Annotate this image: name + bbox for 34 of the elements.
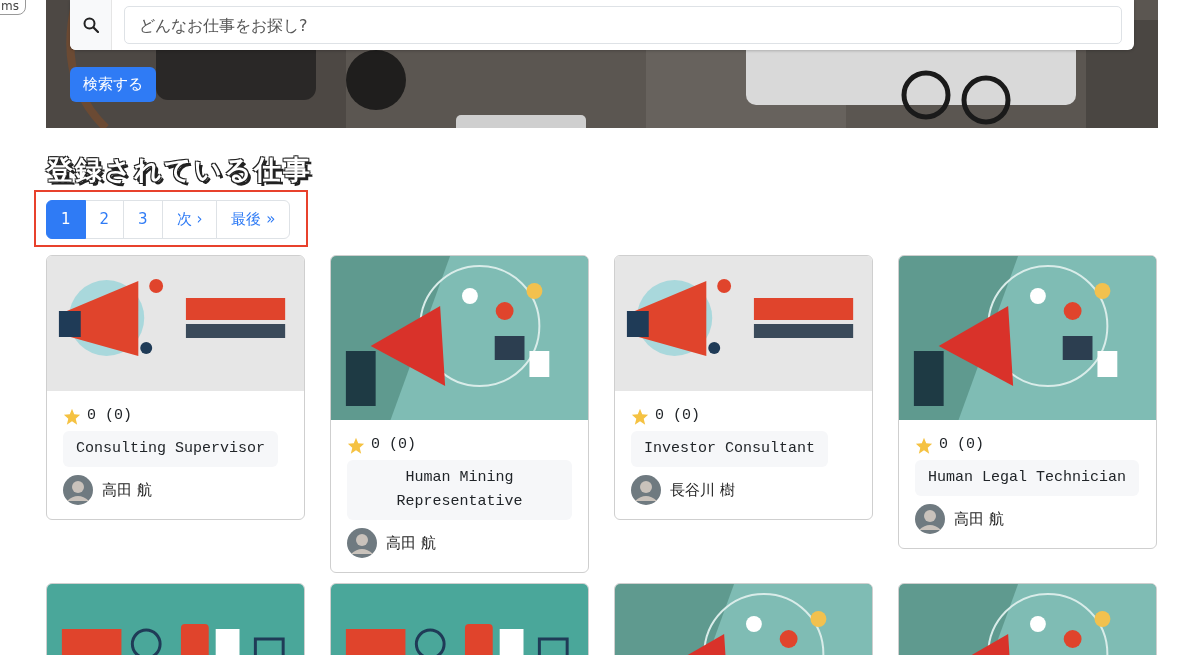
star-icon [915, 436, 933, 454]
job-title[interactable]: Human Mining Representative [347, 460, 572, 521]
rating-text: 0 (0) [87, 405, 132, 426]
page-link[interactable]: 次 › [161, 200, 218, 239]
page-link[interactable]: 1 [46, 200, 86, 239]
page-link[interactable]: 3 [123, 200, 163, 239]
rating-text: 0 (0) [655, 405, 700, 426]
search-icon [82, 17, 99, 33]
section-title: 登録されている仕事 [46, 154, 312, 187]
job-card[interactable]: 0 (0) Consulting Supervisor 高田 航 [46, 254, 305, 521]
job-card[interactable]: 0 (0) Investor Consultant 長谷川 樹 [614, 254, 873, 521]
author-name: 高田 航 [102, 480, 152, 502]
job-title[interactable]: Human Legal Technician [915, 460, 1140, 497]
avatar [915, 504, 945, 535]
star-icon [631, 407, 649, 425]
search-button[interactable]: 検索する [70, 67, 156, 102]
rating-text: 0 (0) [371, 434, 416, 455]
page-link[interactable]: 最後 » [216, 200, 291, 239]
tab-label: ms [0, 0, 26, 15]
search-field[interactable]: どんなお仕事をお探し? [124, 6, 1122, 44]
author-name: 高田 航 [386, 533, 436, 555]
rating-text: 0 (0) [939, 434, 984, 455]
job-title[interactable]: Investor Consultant [631, 431, 829, 468]
job-title[interactable]: Consulting Supervisor [63, 431, 279, 468]
job-card[interactable]: 0 (0) Human Mining Representative 高田 航 [330, 254, 589, 574]
page-link[interactable]: 2 [84, 200, 125, 239]
avatar [631, 475, 661, 506]
author-name: 高田 航 [954, 509, 1004, 531]
author-name: 長谷川 樹 [670, 480, 735, 502]
star-icon [347, 436, 365, 454]
star-icon [63, 407, 81, 425]
avatar [63, 475, 93, 506]
job-card[interactable]: 0 (0) Human Legal Technician 高田 航 [898, 254, 1157, 550]
avatar [347, 528, 377, 559]
